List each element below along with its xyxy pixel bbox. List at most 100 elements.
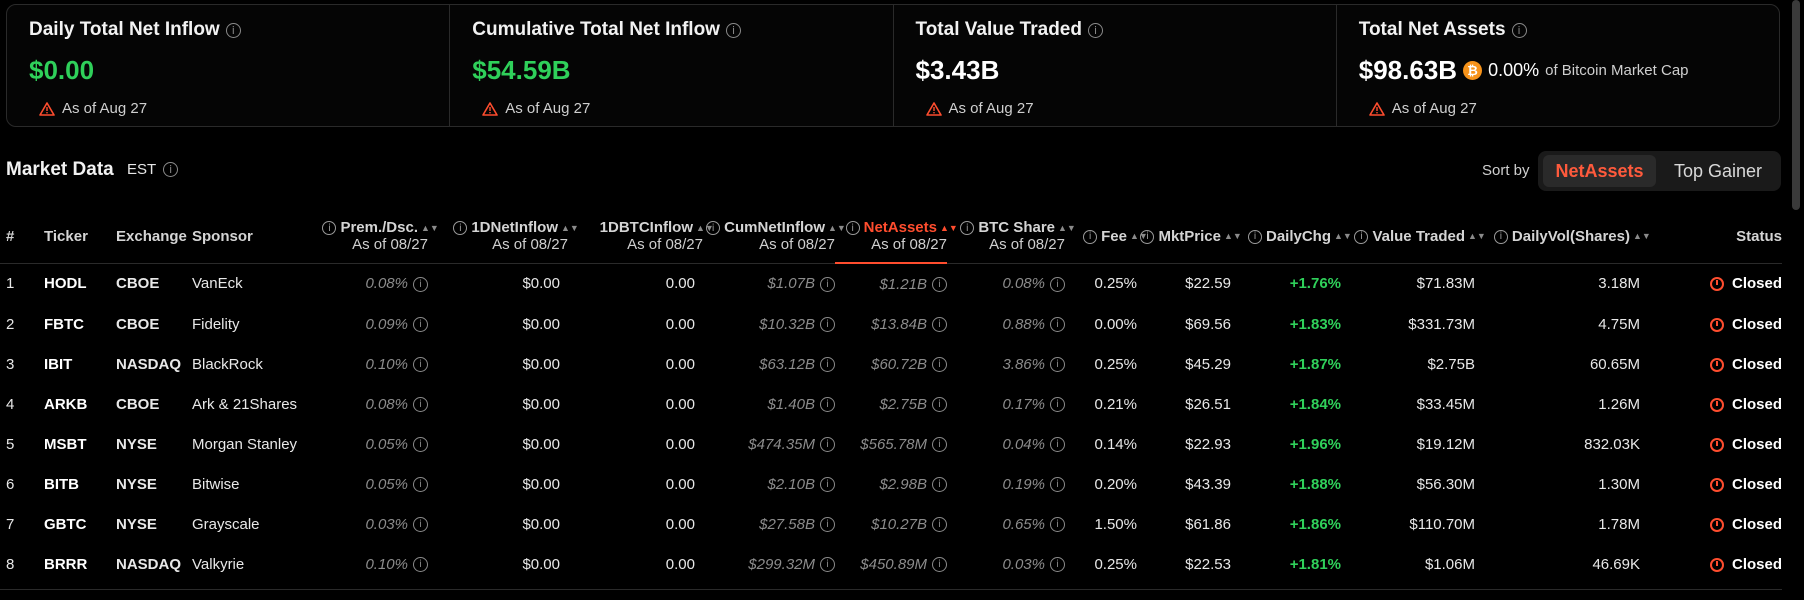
col-header-prem[interactable]: i Prem./Dsc. ▲▼ As of 08/27 — [310, 210, 439, 264]
col-header-netassets[interactable]: i NetAssets ▲▼ As of 08/27 — [835, 210, 958, 264]
table-row[interactable]: 8 BRRR NASDAQ Valkyrie 0.10% i $0.00 0.00 $299.3… — [0, 544, 1782, 584]
info-icon[interactable]: i — [820, 477, 835, 493]
card-title: Total Net Assets — [1358, 19, 1506, 40]
info-icon[interactable]: i — [1050, 557, 1065, 573]
info-icon[interactable]: i — [706, 221, 721, 236]
info-icon[interactable]: i — [453, 221, 468, 236]
ticker[interactable]: BRRR — [36, 544, 104, 584]
sort-arrows-icon: ▲▼ — [1468, 231, 1486, 242]
info-icon[interactable]: i — [1050, 276, 1065, 292]
table-row[interactable]: 1 HODL CBOE VanEck 0.08% i $0.00 0.00 $1.07B i $1.… — [0, 263, 1782, 304]
col-header-cumnetinflow[interactable]: i CumNetInflow ▲▼ As of 08/27 — [703, 210, 846, 264]
col-header-fee[interactable]: i Fee ▲▼ — [1065, 210, 1148, 264]
btc-share: 0.08% — [1002, 275, 1045, 293]
info-icon[interactable]: i — [1083, 229, 1098, 244]
ticker[interactable]: ARKB — [36, 384, 104, 424]
info-icon[interactable]: i — [1050, 317, 1065, 333]
ticker[interactable]: HODL — [36, 263, 104, 304]
col-header-btcshare[interactable]: i BTC Share ▲▼ As of 08/27 — [947, 210, 1076, 264]
info-icon[interactable]: i — [1511, 22, 1527, 38]
fee: 0.20% — [1094, 475, 1137, 493]
table-row[interactable]: 3 IBIT NASDAQ BlackRock 0.10% i $0.00 0.00 $63.1… — [0, 344, 1782, 384]
row-number: 5 — [6, 435, 15, 453]
info-icon[interactable]: i — [163, 162, 179, 177]
info-icon[interactable]: i — [413, 317, 428, 333]
sort-top-gainer-button[interactable]: Top Gainer — [1660, 155, 1776, 187]
info-icon[interactable]: i — [932, 437, 947, 453]
info-icon[interactable]: i — [1050, 477, 1065, 493]
info-icon[interactable]: i — [1087, 22, 1103, 38]
col-header-1dbtcinflow[interactable]: 1DBTCInflow ▲▼ As of 08/27 — [568, 210, 714, 264]
1d-btc-inflow: 0.00 — [665, 475, 695, 493]
daily-change: +1.76% — [1289, 275, 1341, 293]
info-icon[interactable]: i — [1354, 229, 1369, 244]
info-icon[interactable]: i — [932, 557, 947, 573]
info-icon[interactable]: i — [820, 357, 835, 373]
sort-arrows-icon: ▲▼ — [696, 222, 714, 233]
fee: 0.00% — [1094, 315, 1137, 333]
info-icon[interactable]: i — [1050, 437, 1065, 453]
info-icon[interactable]: i — [413, 477, 428, 493]
col-header-mktprice[interactable]: i MktPrice ▲▼ — [1137, 210, 1242, 264]
info-icon[interactable]: i — [932, 277, 947, 293]
info-icon[interactable]: i — [820, 397, 835, 413]
info-icon[interactable]: i — [1050, 397, 1065, 413]
info-icon[interactable]: i — [932, 517, 947, 533]
premium-discount: 0.10% — [365, 555, 408, 573]
as-of-text: As of Aug 27 — [505, 100, 591, 117]
col-header-dailychg[interactable]: i DailyChg ▲▼ — [1231, 210, 1352, 264]
info-icon[interactable]: i — [820, 557, 835, 573]
sponsor: BlackRock — [192, 355, 263, 373]
table-row[interactable]: 6 BITB NYSE Bitwise 0.05% i $0.00 0.00 $2.10B i $2… — [0, 464, 1782, 504]
net-assets: $10.27B — [871, 515, 927, 533]
info-icon[interactable]: i — [413, 276, 428, 292]
info-icon[interactable]: i — [1050, 357, 1065, 373]
info-icon[interactable]: i — [1493, 229, 1508, 244]
info-icon[interactable]: i — [413, 437, 428, 453]
info-icon[interactable]: i — [820, 276, 835, 292]
info-icon[interactable]: i — [820, 437, 835, 453]
info-icon[interactable]: i — [225, 22, 241, 38]
summary-cards: Daily Total Net Inflow i $0.00 As of Aug … — [6, 4, 1780, 127]
info-icon[interactable]: i — [960, 221, 975, 236]
card-total-value-traded: Total Value Traded i $3.43B As of Aug 27 — [894, 5, 1337, 126]
info-icon[interactable]: i — [413, 357, 428, 373]
info-icon[interactable]: i — [932, 317, 947, 333]
info-icon[interactable]: i — [932, 397, 947, 413]
info-icon[interactable]: i — [413, 557, 428, 573]
table-row[interactable]: 2 FBTC CBOE Fidelity 0.09% i $0.00 0.00 $10.32B i… — [0, 304, 1782, 344]
scrollbar[interactable] — [1792, 0, 1800, 210]
info-icon[interactable]: i — [820, 317, 835, 333]
table-row[interactable]: 4 ARKB CBOE Ark & 21Shares 0.08% i $0.00 0.00 $1… — [0, 384, 1782, 424]
ticker[interactable]: MSBT — [36, 424, 104, 464]
info-icon[interactable]: i — [1247, 229, 1262, 244]
info-icon[interactable]: i — [725, 22, 741, 38]
ticker[interactable]: IBIT — [36, 344, 104, 384]
info-icon[interactable]: i — [322, 221, 337, 236]
cum-net-inflow: $2.10B — [767, 475, 815, 493]
clock-icon — [1709, 437, 1724, 452]
ticker[interactable]: GBTC — [36, 504, 104, 544]
ticker[interactable]: BITB — [36, 464, 104, 504]
info-icon[interactable]: i — [932, 357, 947, 373]
status-badge: Closed — [1731, 395, 1782, 413]
col-header-dailyvol[interactable]: i DailyVol(Shares) ▲▼ — [1475, 210, 1651, 264]
info-icon[interactable]: i — [1050, 517, 1065, 533]
info-icon[interactable]: i — [820, 517, 835, 533]
market-price: $22.53 — [1185, 555, 1231, 573]
status-badge: Closed — [1731, 275, 1782, 293]
info-icon[interactable]: i — [413, 397, 428, 413]
ticker[interactable]: FBTC — [36, 304, 104, 344]
table-row[interactable]: 7 GBTC NYSE Grayscale 0.03% i $0.00 0.00 $27.58B… — [0, 504, 1782, 544]
info-icon[interactable]: i — [932, 477, 947, 493]
info-icon[interactable]: i — [1140, 229, 1155, 244]
card-total-net-assets: Total Net Assets i $98.63B ₿ 0.00% of Bitcoi… — [1337, 5, 1779, 126]
sort-netassets-button[interactable]: NetAssets — [1543, 155, 1656, 187]
table-row[interactable]: 5 MSBT NYSE Morgan Stanley 0.05% i $0.00 0.00 $4… — [0, 424, 1782, 464]
info-icon[interactable]: i — [413, 517, 428, 533]
col-header-1dnetinflow[interactable]: i 1DNetInflow ▲▼ As of 08/27 — [428, 210, 579, 264]
sort-arrows-icon: ▲▼ — [1224, 231, 1242, 242]
sponsor: Ark & 21Shares — [192, 395, 298, 413]
col-header-valuetraded[interactable]: i Value Traded ▲▼ — [1341, 210, 1486, 264]
info-icon[interactable]: i — [845, 221, 860, 236]
